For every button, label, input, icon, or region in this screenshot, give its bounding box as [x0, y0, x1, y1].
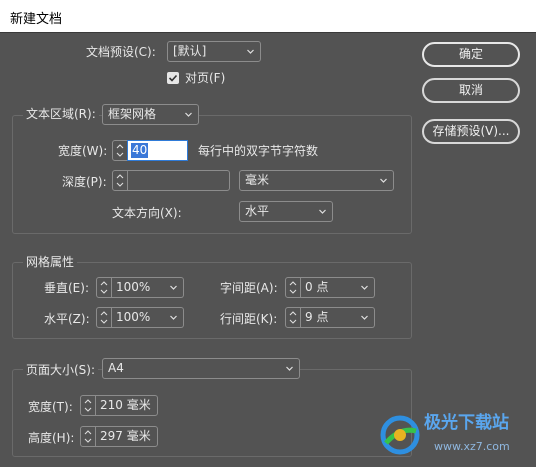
vertical-stepper[interactable]: 100% — [96, 277, 184, 298]
up-down-arrow-icon — [100, 311, 108, 324]
title-bar: 新建文档 — [0, 0, 536, 33]
depth-unit-dropdown[interactable]: 毫米 — [239, 170, 394, 191]
stepper-arrows[interactable] — [285, 277, 301, 298]
char-spacing-input[interactable]: 0 点 — [300, 277, 354, 298]
stepper-arrows[interactable] — [80, 426, 96, 447]
up-down-arrow-icon — [84, 399, 92, 412]
horizontal-input[interactable]: 100% — [111, 307, 163, 328]
page-height-label: 高度(H): — [28, 431, 75, 445]
chevron-down-icon — [361, 285, 368, 290]
up-down-arrow-icon — [100, 281, 108, 294]
preset-label: 文档预设(C): — [86, 45, 156, 59]
line-spacing-stepper[interactable]: 9 点 — [285, 307, 375, 328]
up-down-arrow-icon — [116, 144, 124, 157]
up-down-arrow-icon — [289, 311, 297, 324]
depth-unit-value: 毫米 — [245, 173, 270, 187]
ok-button[interactable]: 确定 — [422, 42, 520, 67]
text-area-dropdown[interactable]: 框架网格 — [102, 104, 199, 125]
horizontal-value: 100% — [116, 310, 151, 324]
chevron-down-icon — [247, 49, 254, 54]
stepper-arrows[interactable] — [112, 140, 128, 161]
page-size-dropdown[interactable]: A4 — [102, 358, 300, 379]
page-size-value: A4 — [108, 361, 124, 375]
watermark-url: www.xz7.com — [434, 440, 510, 453]
stepper-arrows[interactable] — [96, 277, 112, 298]
page-width-input[interactable]: 210 毫米 — [95, 395, 158, 416]
direction-dropdown[interactable]: 水平 — [239, 201, 333, 222]
aurora-logo-icon — [380, 415, 420, 455]
char-spacing-label: 字间距(A): — [220, 281, 278, 295]
facing-pages-label[interactable]: 对页(F) — [185, 70, 225, 86]
watermark-text: 极光下载站 — [424, 413, 509, 433]
grid-title: 网格属性 — [23, 254, 78, 270]
chevron-down-icon — [319, 209, 326, 214]
width-label: 宽度(W): — [58, 144, 108, 158]
chevron-down-icon — [185, 112, 192, 117]
page-width-label: 宽度(T): — [28, 400, 73, 414]
line-spacing-input[interactable]: 9 点 — [300, 307, 354, 328]
char-spacing-value: 0 点 — [305, 280, 329, 294]
up-down-arrow-icon — [84, 430, 92, 443]
cancel-button[interactable]: 取消 — [422, 78, 520, 103]
page-height-value: 297 毫米 — [100, 429, 151, 443]
vertical-input[interactable]: 100% — [111, 277, 163, 298]
up-down-arrow-icon — [116, 174, 124, 187]
page-width-value: 210 毫米 — [100, 398, 151, 412]
line-spacing-value: 9 点 — [305, 310, 329, 324]
window-title: 新建文档 — [10, 12, 63, 27]
depth-stepper[interactable] — [112, 170, 230, 191]
depth-label: 深度(P): — [62, 175, 107, 189]
width-value: 40 — [131, 143, 149, 158]
checkmark-icon — [168, 74, 178, 82]
chevron-down-icon — [170, 285, 177, 290]
char-spacing-dropdown[interactable] — [353, 277, 375, 298]
watermark-logo: 极光下载站 www.xz7.com — [378, 409, 528, 463]
page-width-stepper[interactable]: 210 毫米 — [80, 395, 158, 416]
chevron-down-icon — [361, 315, 368, 320]
preset-value: [默认] — [173, 44, 207, 58]
chevron-down-icon — [170, 315, 177, 320]
preset-dropdown[interactable]: [默认] — [167, 41, 261, 62]
width-stepper[interactable]: 40 — [112, 140, 188, 161]
stepper-arrows[interactable] — [112, 170, 128, 191]
line-spacing-label: 行间距(K): — [220, 312, 278, 326]
depth-input[interactable] — [127, 170, 230, 191]
horizontal-stepper[interactable]: 100% — [96, 307, 184, 328]
direction-value: 水平 — [245, 204, 270, 218]
vertical-value: 100% — [116, 280, 151, 294]
stepper-arrows[interactable] — [285, 307, 301, 328]
direction-label: 文本方向(X): — [112, 206, 182, 220]
horizontal-label: 水平(Z): — [44, 312, 90, 326]
vertical-label: 垂直(E): — [44, 281, 89, 295]
width-input[interactable]: 40 — [127, 140, 188, 161]
stepper-arrows[interactable] — [96, 307, 112, 328]
page-size-label: 页面大小(S): — [23, 362, 99, 378]
horizontal-dropdown[interactable] — [162, 307, 184, 328]
save-preset-button[interactable]: 存储预设(V)... — [422, 119, 520, 144]
facing-pages-checkbox[interactable] — [167, 72, 179, 84]
chevron-down-icon — [380, 178, 387, 183]
line-spacing-dropdown[interactable] — [353, 307, 375, 328]
vertical-dropdown[interactable] — [162, 277, 184, 298]
up-down-arrow-icon — [289, 281, 297, 294]
page-height-stepper[interactable]: 297 毫米 — [80, 426, 158, 447]
chevron-down-icon — [286, 366, 293, 371]
text-area-value: 框架网格 — [108, 107, 157, 121]
char-spacing-stepper[interactable]: 0 点 — [285, 277, 375, 298]
stepper-arrows[interactable] — [80, 395, 96, 416]
text-area-label: 文本区域(R): — [23, 106, 99, 122]
width-suffix: 每行中的双字节字符数 — [198, 144, 319, 158]
page-height-input[interactable]: 297 毫米 — [95, 426, 158, 447]
